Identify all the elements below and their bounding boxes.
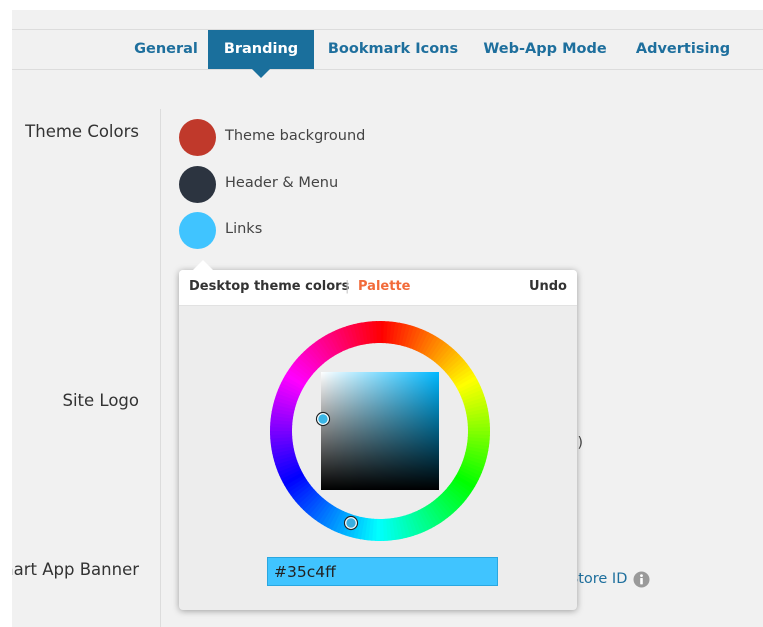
store-id-link[interactable]: Store ID xyxy=(569,571,627,587)
links-swatch[interactable] xyxy=(179,212,216,249)
header-menu-swatch[interactable] xyxy=(179,166,216,203)
info-icon[interactable] xyxy=(633,571,650,588)
theme-background-swatch[interactable] xyxy=(179,119,216,156)
tab-branding[interactable]: Branding xyxy=(208,30,314,78)
hex-color-input[interactable] xyxy=(267,557,498,586)
theme-background-label: Theme background xyxy=(225,128,366,144)
site-logo-label: Site Logo xyxy=(62,391,140,410)
tab-advertising[interactable]: Advertising xyxy=(628,30,738,69)
color-picker-header: Desktop theme colors | Palette Undo xyxy=(179,270,577,306)
header-menu-label: Header & Menu xyxy=(225,175,339,191)
smart-app-banner-label: nart App Banner xyxy=(12,560,139,579)
header-separator: | xyxy=(345,279,350,294)
palette-link[interactable]: Palette xyxy=(358,279,410,294)
desktop-theme-colors-label: Desktop theme colors xyxy=(189,279,350,294)
tab-general[interactable]: General xyxy=(120,30,212,69)
theme-colors-label: Theme Colors xyxy=(25,122,139,141)
tab-web-app-mode[interactable]: Web-App Mode xyxy=(480,30,610,69)
color-wheel[interactable] xyxy=(179,306,577,556)
links-label: Links xyxy=(225,221,263,237)
color-picker-popover: Desktop theme colors | Palette Undo xyxy=(179,260,577,610)
settings-panel: General Branding Bookmark Icons Web-App … xyxy=(12,10,763,627)
tab-bar: General Branding Bookmark Icons Web-App … xyxy=(12,29,763,78)
form-divider xyxy=(160,109,161,627)
tab-bookmark-icons[interactable]: Bookmark Icons xyxy=(320,30,466,69)
undo-button[interactable]: Undo xyxy=(529,279,567,294)
color-wheel-hue-handle[interactable] xyxy=(343,515,359,531)
color-square-sv-handle[interactable] xyxy=(315,411,331,427)
